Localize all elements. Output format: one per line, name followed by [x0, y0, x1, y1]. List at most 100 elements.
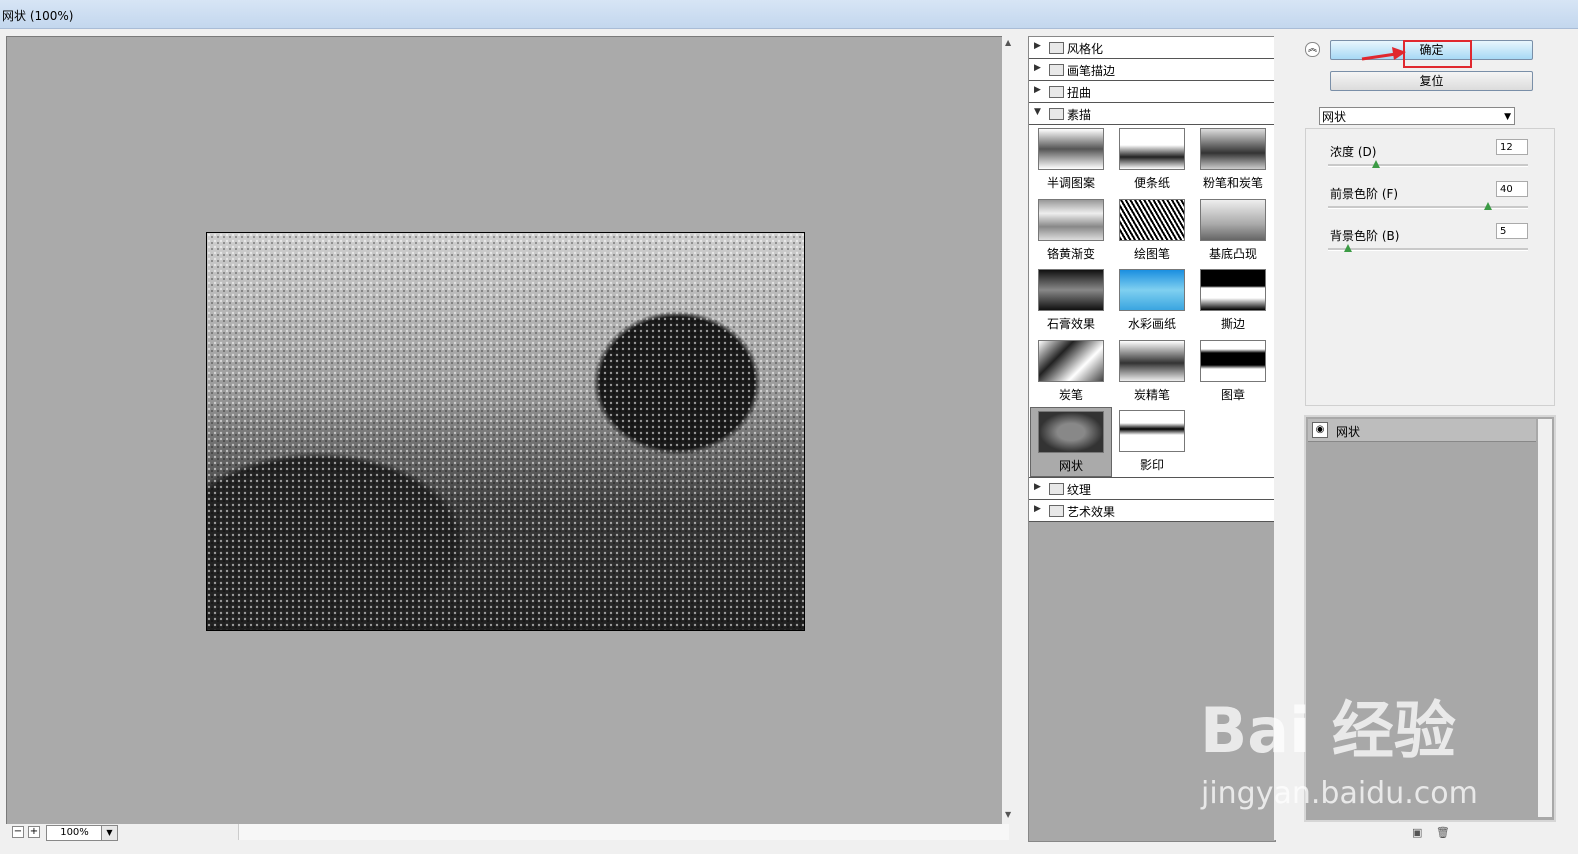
thumbnail-image [1119, 410, 1185, 452]
filter-thumbnail[interactable]: 石膏效果 [1031, 266, 1111, 334]
preview-vertical-scrollbar[interactable]: ▲ ▼ [1002, 36, 1018, 824]
filter-thumbnail[interactable]: 水彩画纸 [1112, 266, 1192, 334]
window-title: 网状 (100%) [2, 9, 74, 23]
filter-select[interactable]: 网状 ▼ [1319, 107, 1515, 125]
expand-arrow-icon[interactable]: ▶ [1034, 63, 1041, 73]
folder-icon [1049, 483, 1064, 495]
param-value-input[interactable]: 12 [1496, 139, 1528, 155]
category-label: 风格化 [1067, 42, 1104, 56]
filter-thumbnail[interactable]: 图章 [1193, 337, 1273, 405]
param-value-input[interactable]: 5 [1496, 223, 1528, 239]
thumbnail-label: 铬黄渐变 [1046, 247, 1095, 261]
thumbnail-image [1038, 340, 1104, 382]
thumbnail-image [1038, 128, 1104, 170]
watermark-url: jingyan.baidu.com [1201, 776, 1478, 811]
param-background-level: 背景色阶 (B) 5 [1328, 221, 1534, 261]
filter-thumbnail[interactable]: 影印 [1112, 407, 1192, 475]
filter-select-value: 网状 [1322, 110, 1347, 124]
thumbnail-image [1119, 340, 1185, 382]
folder-icon [1049, 86, 1064, 98]
thumbnail-label: 石膏效果 [1046, 317, 1095, 331]
thumbnail-label: 影印 [1139, 458, 1164, 472]
param-label: 前景色阶 (F) [1330, 187, 1399, 201]
thumbnail-label: 炭笔 [1058, 388, 1083, 402]
thumbnail-label: 粉笔和炭笔 [1202, 176, 1263, 190]
thumbnail-image [1119, 199, 1185, 241]
thumbnail-image [1038, 269, 1104, 311]
expand-arrow-icon[interactable]: ▶ [1034, 41, 1041, 51]
preview-image [206, 232, 805, 631]
filter-thumbnail[interactable]: 炭精笔 [1112, 337, 1192, 405]
zoom-level[interactable]: 100% [46, 825, 103, 841]
gallery-category-expanded[interactable]: ▼ 素描 [1029, 103, 1275, 125]
category-label: 艺术效果 [1067, 505, 1116, 519]
gallery-category[interactable]: ▶ 风格化 [1029, 37, 1275, 59]
baidu-watermark: Bai 经验 jingyan.baidu.com [1200, 680, 1478, 811]
layers-scrollbar[interactable] [1538, 419, 1552, 817]
param-value-input[interactable]: 40 [1496, 181, 1528, 197]
folder-icon [1049, 64, 1064, 76]
annotation-highlight-box [1403, 40, 1472, 68]
param-label: 浓度 (D) [1330, 145, 1377, 159]
category-label: 素描 [1067, 108, 1092, 122]
dropdown-arrow-icon[interactable]: ▼ [1504, 108, 1511, 126]
param-density: 浓度 (D) 12 [1328, 137, 1534, 177]
thumbnail-label: 半调图案 [1046, 176, 1095, 190]
slider-track[interactable] [1328, 164, 1528, 167]
thumbnail-image [1200, 340, 1266, 382]
slider-knob-icon[interactable] [1372, 160, 1380, 168]
thumbnail-image [1200, 128, 1266, 170]
slider-track[interactable] [1328, 206, 1528, 209]
preview-horizontal-scrollbar[interactable] [238, 824, 1009, 840]
filter-thumbnail[interactable]: 炭笔 [1031, 337, 1111, 405]
thumbnail-image [1038, 199, 1104, 241]
visibility-eye-icon[interactable]: ◉ [1312, 422, 1328, 438]
gallery-category[interactable]: ▶ 纹理 [1029, 478, 1275, 500]
thumbnail-label: 基底凸现 [1208, 247, 1257, 261]
annotation-arrow-icon [1361, 47, 1406, 61]
reset-button[interactable]: 复位 [1330, 71, 1533, 91]
expand-arrow-icon[interactable]: ▶ [1034, 85, 1041, 95]
delete-layer-icon[interactable]: 🗑 [1436, 826, 1450, 839]
thumbnail-label: 撕边 [1220, 317, 1245, 331]
slider-track[interactable] [1328, 248, 1528, 251]
category-label: 扭曲 [1067, 86, 1092, 100]
zoom-in-button[interactable]: + [28, 826, 40, 838]
thumbnail-label: 图章 [1220, 388, 1245, 402]
reticulation-texture [207, 233, 804, 630]
thumbnail-image [1119, 128, 1185, 170]
gallery-category[interactable]: ▶ 画笔描边 [1029, 59, 1275, 81]
filter-thumbnail[interactable]: 便条纸 [1112, 125, 1192, 193]
filter-thumbnail[interactable]: 基底凸现 [1193, 196, 1273, 264]
filter-thumbnail[interactable]: 绘图笔 [1112, 196, 1192, 264]
zoom-dropdown-icon[interactable]: ▼ [101, 825, 118, 841]
effect-layer-row[interactable]: ◉ 网状 [1308, 419, 1536, 442]
preview-area[interactable] [6, 36, 1004, 826]
filter-thumbnail[interactable]: 撕边 [1193, 266, 1273, 334]
gallery-category[interactable]: ▶ 扭曲 [1029, 81, 1275, 103]
zoom-out-button[interactable]: − [12, 826, 24, 838]
expand-arrow-icon[interactable]: ▶ [1034, 482, 1041, 492]
gallery-category[interactable]: ▶ 艺术效果 [1029, 500, 1275, 522]
expand-arrow-icon[interactable]: ▶ [1034, 504, 1041, 514]
collapse-arrow-icon[interactable]: ▼ [1034, 107, 1041, 117]
layer-label: 网状 [1336, 425, 1361, 439]
open-folder-icon [1049, 108, 1064, 120]
filter-thumbnail[interactable]: 铬黄渐变 [1031, 196, 1111, 264]
title-bar: 网状 (100%) [0, 0, 1578, 29]
slider-knob-icon[interactable] [1484, 202, 1492, 210]
category-label: 画笔描边 [1067, 64, 1116, 78]
new-effect-layer-icon[interactable]: ▣ [1412, 826, 1422, 839]
filter-thumbnail[interactable]: 半调图案 [1031, 125, 1111, 193]
thumbnail-image [1200, 269, 1266, 311]
thumbnail-image [1200, 199, 1266, 241]
scroll-down-arrow-icon[interactable]: ▼ [1005, 810, 1011, 819]
collapse-gallery-icon[interactable]: ︽ [1305, 42, 1320, 57]
scroll-up-arrow-icon[interactable]: ▲ [1005, 38, 1011, 47]
folder-icon [1049, 42, 1064, 54]
slider-knob-icon[interactable] [1344, 244, 1352, 252]
category-label: 纹理 [1067, 483, 1092, 497]
thumbnail-image [1038, 411, 1104, 453]
filter-thumbnail-selected[interactable]: 网状 [1030, 407, 1112, 477]
filter-thumbnail[interactable]: 粉笔和炭笔 [1193, 125, 1273, 193]
